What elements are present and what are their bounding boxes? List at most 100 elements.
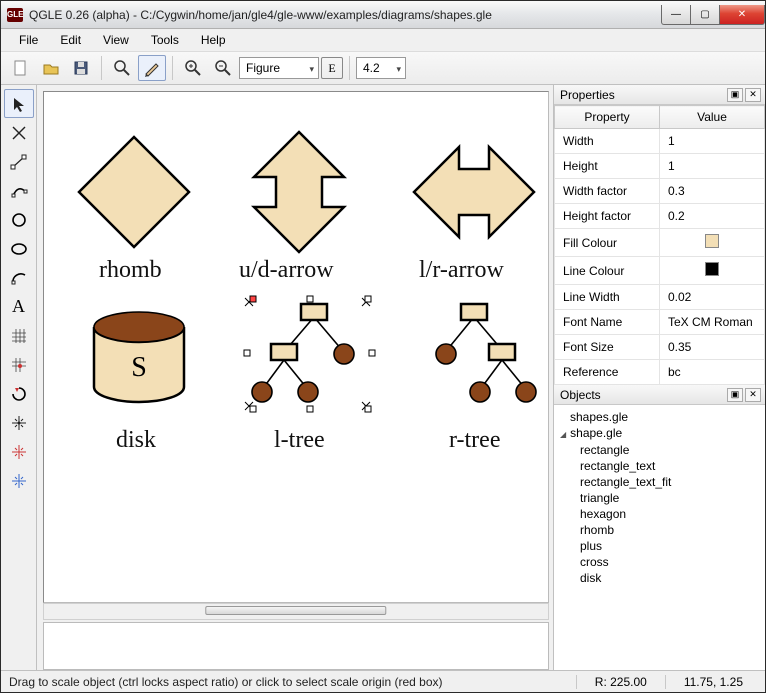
canvas-wrap: S (37, 85, 553, 670)
prop-name[interactable]: Width factor (555, 179, 660, 204)
x-tool[interactable] (4, 118, 34, 147)
toolbar: Figure E 4.2 (1, 51, 765, 85)
snap-grid-tool[interactable] (4, 350, 34, 379)
label-r-tree: r-tree (449, 427, 500, 454)
title-bar: GLE QGLE 0.26 (alpha) - C:/Cygwin/home/j… (1, 1, 765, 29)
toolbar-separator (172, 56, 173, 80)
open-button[interactable] (37, 55, 65, 81)
eps-button[interactable]: E (321, 57, 343, 79)
window-title: QGLE 0.26 (alpha) - C:/Cygwin/home/jan/g… (29, 8, 662, 22)
label-lr-arrow: l/r-arrow (419, 257, 504, 284)
prop-value[interactable]: 0.2 (660, 204, 765, 229)
objects-undock-button[interactable]: ▣ (727, 388, 743, 402)
status-r: R: 225.00 (576, 675, 665, 689)
line-tool[interactable] (4, 147, 34, 176)
menu-edit[interactable]: Edit (50, 31, 91, 49)
objects-header: Objects ▣ ✕ (554, 385, 765, 405)
prop-name[interactable]: Fill Colour (555, 229, 660, 257)
prop-value[interactable] (660, 229, 765, 257)
pointer-tool[interactable] (4, 89, 34, 118)
menu-bar: File Edit View Tools Help (1, 29, 765, 51)
tool-tray: A (1, 85, 37, 670)
menu-help[interactable]: Help (191, 31, 236, 49)
prop-name[interactable]: Reference (555, 360, 660, 385)
prop-value[interactable]: 1 (660, 154, 765, 179)
tree-item[interactable]: hexagon (580, 506, 765, 522)
tree-item[interactable]: disk (580, 570, 765, 586)
properties-table: Property Value Width1Height1Width factor… (554, 105, 765, 385)
objects-tree[interactable]: shapes.gle shape.gle rectanglerectangle_… (554, 405, 765, 670)
properties-header: Properties ▣ ✕ (554, 85, 765, 105)
prop-value[interactable]: bc (660, 360, 765, 385)
circle-tool[interactable] (4, 205, 34, 234)
snap-tool-red[interactable] (4, 437, 34, 466)
shape-ud-arrow[interactable] (254, 132, 344, 252)
shape-r-tree[interactable] (436, 304, 536, 402)
tree-item[interactable]: triangle (580, 490, 765, 506)
edit-tool-button[interactable] (138, 55, 166, 81)
prop-name[interactable]: Font Name (555, 310, 660, 335)
shape-rhomb[interactable] (79, 137, 189, 247)
tree-item[interactable]: rhomb (580, 522, 765, 538)
prop-value[interactable]: 0.35 (660, 335, 765, 360)
shape-disk[interactable]: S (94, 312, 184, 402)
prop-value[interactable]: 1 (660, 129, 765, 154)
prop-name[interactable]: Font Size (555, 335, 660, 360)
save-button[interactable] (67, 55, 95, 81)
minimize-button[interactable]: — (661, 5, 691, 25)
center-tool[interactable] (4, 408, 34, 437)
close-button[interactable]: ✕ (719, 5, 765, 25)
snap-tool-blue[interactable] (4, 466, 34, 495)
prop-name[interactable]: Line Width (555, 285, 660, 310)
text-tool[interactable]: A (4, 292, 34, 321)
objects-close-button[interactable]: ✕ (745, 388, 761, 402)
zoom-tool-button[interactable] (108, 55, 136, 81)
label-l-tree: l-tree (274, 427, 325, 454)
toolbar-separator (349, 56, 350, 80)
zoom-select[interactable]: 4.2 (356, 57, 406, 79)
maximize-button[interactable]: ▢ (690, 5, 720, 25)
menu-file[interactable]: File (9, 31, 48, 49)
prop-value[interactable]: TeX CM Roman (660, 310, 765, 335)
prop-name[interactable]: Line Colour (555, 257, 660, 285)
prop-name[interactable]: Height factor (555, 204, 660, 229)
curve-tool[interactable] (4, 176, 34, 205)
tree-item[interactable]: rectangle_text (580, 458, 765, 474)
app-icon: GLE (7, 8, 23, 22)
ellipse-tool[interactable] (4, 234, 34, 263)
prop-value[interactable] (660, 257, 765, 285)
prop-value[interactable]: 0.02 (660, 285, 765, 310)
status-hint: Drag to scale object (ctrl locks aspect … (5, 675, 576, 689)
shape-l-tree[interactable] (244, 296, 375, 412)
tree-item[interactable]: cross (580, 554, 765, 570)
tree-root[interactable]: shapes.gle (570, 409, 765, 425)
properties-close-button[interactable]: ✕ (745, 88, 761, 102)
tree-item[interactable]: rectangle (580, 442, 765, 458)
arc-tool[interactable] (4, 263, 34, 292)
properties-col-value: Value (660, 106, 765, 129)
tree-parent[interactable]: shape.gle (560, 425, 765, 441)
output-area (43, 622, 549, 670)
label-rhomb: rhomb (99, 257, 162, 284)
prop-value[interactable]: 0.3 (660, 179, 765, 204)
label-disk: disk (116, 427, 156, 454)
tree-item[interactable]: rectangle_text_fit (580, 474, 765, 490)
new-button[interactable] (7, 55, 35, 81)
tree-item[interactable]: plus (580, 538, 765, 554)
zoom-in-button[interactable] (179, 55, 207, 81)
prop-name[interactable]: Width (555, 129, 660, 154)
toolbar-separator (101, 56, 102, 80)
svg-text:S: S (131, 352, 147, 383)
menu-tools[interactable]: Tools (141, 31, 189, 49)
rotate-tool[interactable] (4, 379, 34, 408)
horizontal-scrollbar[interactable] (43, 603, 549, 620)
prop-name[interactable]: Height (555, 154, 660, 179)
zoom-out-button[interactable] (209, 55, 237, 81)
shape-lr-arrow[interactable] (414, 147, 534, 237)
grid-tool[interactable] (4, 321, 34, 350)
properties-undock-button[interactable]: ▣ (727, 88, 743, 102)
figure-mode-select[interactable]: Figure (239, 57, 319, 79)
canvas[interactable]: S (43, 91, 549, 603)
menu-view[interactable]: View (93, 31, 139, 49)
status-coords: 11.75, 1.25 (665, 675, 761, 689)
